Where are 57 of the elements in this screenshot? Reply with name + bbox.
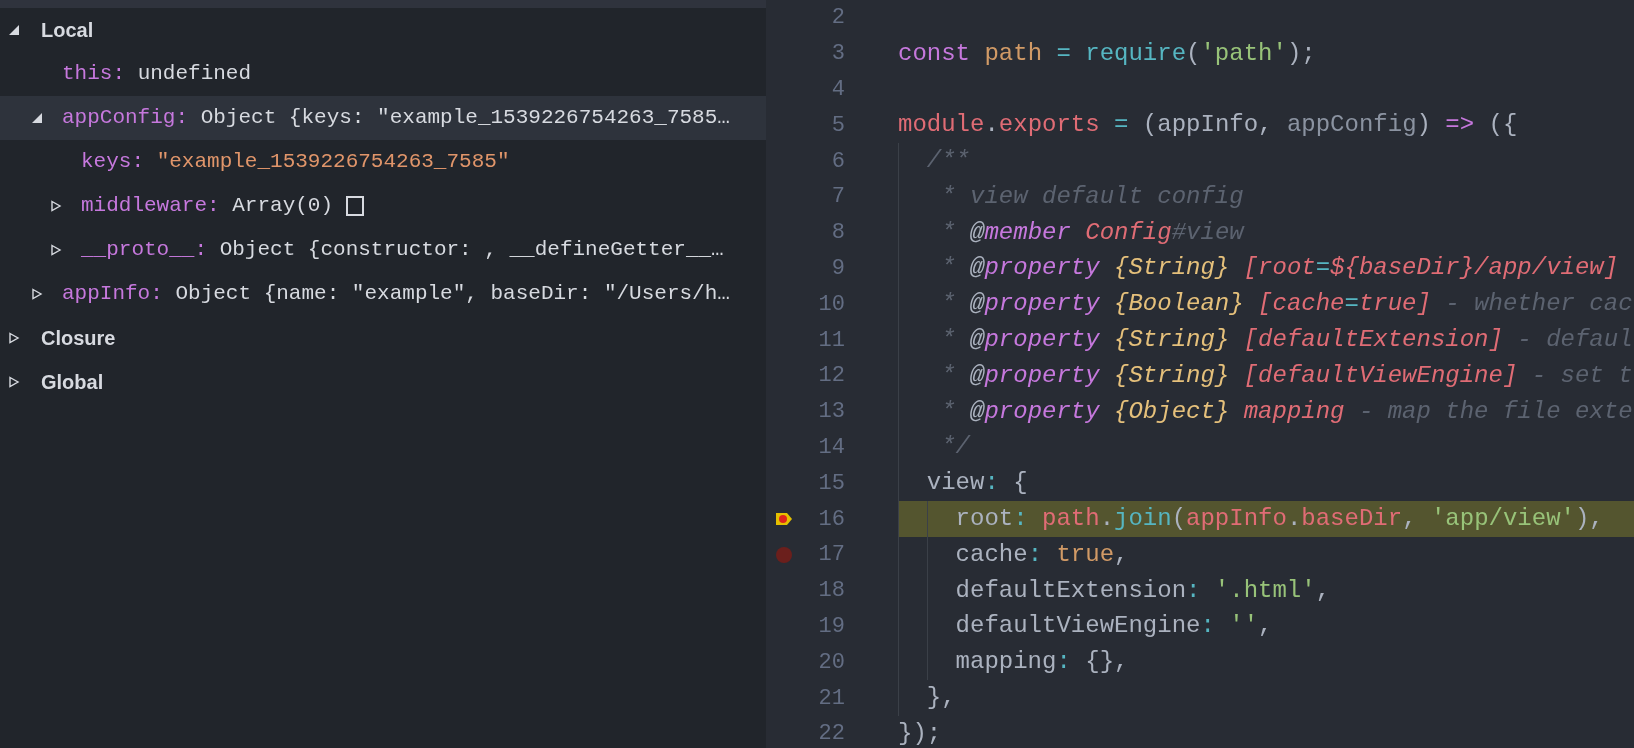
- code-line: * @property {String} [defaultViewEngine] - set t: [940, 360, 1633, 391]
- code-line: mapping: {},: [954, 647, 1129, 678]
- code-line: module.exports = (appInfo, appConfig) => ({: [898, 110, 1518, 141]
- scope-heading[interactable]: Closure: [41, 323, 116, 353]
- line-number: 3: [831, 41, 845, 67]
- code-line: * @property {String} [root=${baseDir}/app/view]: [940, 253, 1619, 284]
- line-number: 14: [818, 434, 845, 460]
- code-line: */: [940, 432, 970, 463]
- variable-entry[interactable]: middleware: Array(0): [81, 190, 334, 222]
- code-line: const path = require('path');: [898, 38, 1316, 69]
- code-line: * @property {Object} mapping - map the file exte: [940, 396, 1633, 427]
- code-line: /**: [925, 146, 970, 177]
- code-line: * view default config: [940, 181, 1244, 212]
- code-line: view: {: [925, 468, 1028, 499]
- variable-entry[interactable]: this: undefined: [62, 58, 252, 90]
- line-number: 12: [818, 363, 845, 389]
- empty-array-icon: [346, 196, 365, 216]
- expanded-triangle-icon[interactable]: [31, 112, 43, 124]
- collapsed-triangle-icon[interactable]: [50, 200, 62, 212]
- code-line: defaultExtension: '.html',: [954, 575, 1331, 606]
- expanded-triangle-icon[interactable]: [8, 24, 20, 36]
- variable-entry[interactable]: __proto__: Object {constructor: , __defineGetter__…: [81, 234, 724, 266]
- line-number: 20: [818, 649, 845, 675]
- code-line: * @property {String} [defaultExtension] - defaul: [940, 325, 1633, 356]
- line-number: 16: [818, 506, 845, 532]
- code-line: root: path.join(appInfo.baseDir, 'app/view'),: [954, 504, 1604, 535]
- variable-entry[interactable]: appInfo: Object {name: "example", baseDir: "/Users/h…: [62, 278, 730, 310]
- scope-heading[interactable]: Global: [41, 367, 104, 397]
- line-number: 21: [818, 685, 845, 711]
- line-number: 8: [831, 220, 845, 246]
- line-number: 9: [831, 255, 845, 281]
- line-number: 15: [818, 470, 845, 496]
- collapsed-triangle-icon[interactable]: [8, 376, 20, 388]
- current-breakpoint-icon[interactable]: [775, 512, 793, 527]
- code-line: },: [925, 683, 956, 714]
- line-number: 18: [818, 578, 845, 604]
- code-line: defaultViewEngine: '',: [954, 611, 1273, 642]
- line-number: 5: [831, 112, 845, 138]
- line-number: 6: [831, 148, 845, 174]
- collapsed-triangle-icon[interactable]: [8, 332, 20, 344]
- line-number: 19: [818, 613, 845, 639]
- line-number: 2: [831, 5, 845, 31]
- line-number: 10: [818, 291, 845, 317]
- collapsed-triangle-icon[interactable]: [31, 288, 43, 300]
- code-line: * @property {Boolean} [cache=true] - whether cac: [940, 289, 1633, 320]
- code-line: cache: true,: [954, 539, 1129, 570]
- code-line: * @member Config#view: [940, 217, 1244, 248]
- line-number: 22: [818, 721, 845, 747]
- code-line: });: [898, 718, 942, 748]
- line-number: 7: [831, 184, 845, 210]
- variable-entry[interactable]: keys: "example_1539226754263_7585": [81, 146, 510, 178]
- line-number: 17: [818, 542, 845, 568]
- line-number: 11: [818, 327, 845, 353]
- line-number: 4: [831, 77, 845, 102]
- collapsed-triangle-icon[interactable]: [50, 244, 62, 256]
- line-number: 13: [818, 399, 845, 425]
- scope-heading[interactable]: Local: [41, 15, 94, 45]
